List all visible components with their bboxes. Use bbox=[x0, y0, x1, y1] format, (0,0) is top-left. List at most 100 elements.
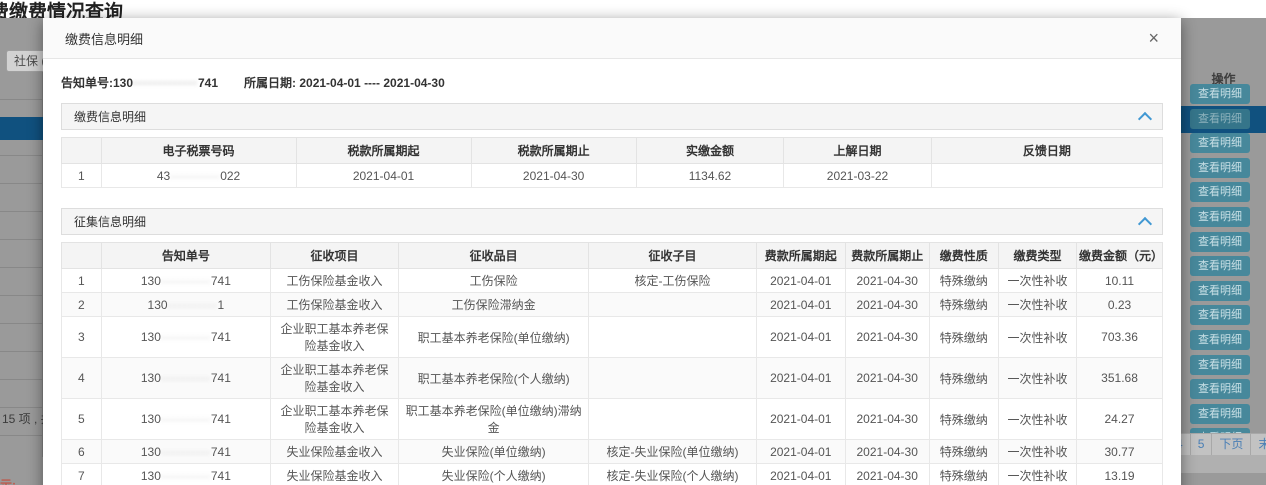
column-header bbox=[62, 243, 102, 269]
payment-type-cell: 一次性补收 bbox=[998, 464, 1076, 485]
paid-amount-cell: 1134.62 bbox=[636, 164, 784, 188]
view-detail-button[interactable]: 查看明细 bbox=[1190, 379, 1250, 399]
view-detail-button[interactable]: 查看明细 bbox=[1190, 404, 1250, 424]
levy-subitem-cell bbox=[589, 358, 756, 399]
payment-table: 电子税票号码税款所属期起税款所属期止实缴金额上解日期反馈日期 143······… bbox=[61, 137, 1163, 188]
notice-number-prefix: 130 bbox=[113, 76, 133, 90]
chevron-up-icon[interactable] bbox=[1138, 216, 1152, 230]
background-selected-row bbox=[0, 117, 43, 140]
row-index: 3 bbox=[62, 317, 102, 358]
collection-table: 告知单号征收项目征收品目征收子目费款所属期起费款所属期止缴费性质缴费类型缴费金额… bbox=[61, 242, 1163, 485]
fee-period-start-cell: 2021-04-01 bbox=[756, 358, 845, 399]
fee-period-end-cell: 2021-04-30 bbox=[845, 269, 929, 293]
background-operation-column: 操作 查看明细查看明细查看明细查看明细查看明细查看明细查看明细查看明细查看明细查… bbox=[1181, 18, 1266, 485]
fee-period-end-cell: 2021-04-30 bbox=[845, 440, 929, 464]
fee-period-start-cell: 2021-04-01 bbox=[756, 440, 845, 464]
period-text: 所属日期: 2021-04-01 ---- 2021-04-30 bbox=[244, 76, 445, 90]
app-window: 费缴费情况查询 社保 ( 操作 查看明细查看明细查看明细查看明细查看明细查看明细… bbox=[0, 0, 1266, 485]
view-detail-button[interactable]: 查看明细 bbox=[1190, 133, 1250, 153]
chevron-up-icon[interactable] bbox=[1138, 111, 1152, 125]
notice-number-suffix: 1 bbox=[218, 298, 225, 312]
notice-number-redacted: ·········· bbox=[161, 330, 211, 344]
table-row: 6130··········741失业保险基金收入失业保险(单位缴纳)核定-失业… bbox=[62, 440, 1163, 464]
table-row: 7130··········741失业保险基金收入失业保险(个人缴纳)核定-失业… bbox=[62, 464, 1163, 485]
pagination-item[interactable]: 5 bbox=[1191, 434, 1213, 455]
row-index: 1 bbox=[62, 269, 102, 293]
view-detail-button[interactable]: 查看明细 bbox=[1190, 158, 1250, 178]
fee-period-end-cell: 2021-04-30 bbox=[845, 293, 929, 317]
payment-type-cell: 一次性补收 bbox=[998, 399, 1076, 440]
levy-item-cell: 工伤保险基金收入 bbox=[271, 269, 399, 293]
levy-category-cell: 职工基本养老保险(个人缴纳) bbox=[398, 358, 588, 399]
fee-period-start-cell: 2021-04-01 bbox=[756, 464, 845, 485]
notice-number-suffix: 741 bbox=[211, 412, 231, 426]
column-header: 税款所属期止 bbox=[471, 138, 636, 164]
payment-nature-cell: 特殊缴纳 bbox=[929, 269, 998, 293]
collection-panel-title: 征集信息明细 bbox=[74, 213, 146, 230]
notice-number-suffix: 741 bbox=[198, 76, 218, 90]
e-tax-ticket-number-redacted: ·········· bbox=[170, 169, 220, 183]
view-detail-button[interactable]: 查看明细 bbox=[1190, 207, 1250, 227]
notice-number-prefix: 130 bbox=[141, 469, 161, 483]
view-detail-button[interactable]: 查看明细 bbox=[1190, 355, 1250, 375]
fee-period-start-cell: 2021-04-01 bbox=[756, 399, 845, 440]
payment-nature-cell: 特殊缴纳 bbox=[929, 317, 998, 358]
modal-body: 告知单号:130·············741所属日期: 2021-04-01… bbox=[43, 74, 1181, 485]
column-header: 上解日期 bbox=[784, 138, 932, 164]
notice-number: 130··········741 bbox=[101, 358, 271, 399]
payment-amount-cell: 24.27 bbox=[1077, 399, 1163, 440]
collection-table-header-row: 告知单号征收项目征收品目征收子目费款所属期起费款所属期止缴费性质缴费类型缴费金额… bbox=[62, 243, 1163, 269]
levy-subitem-cell: 核定-工伤保险 bbox=[589, 269, 756, 293]
view-detail-button[interactable]: 查看明细 bbox=[1190, 232, 1250, 252]
notice-number: 130··········741 bbox=[101, 464, 271, 485]
payment-amount-cell: 30.77 bbox=[1077, 440, 1163, 464]
hint-text-fragment: 示: bbox=[0, 476, 16, 485]
e-tax-ticket-number-prefix: 43 bbox=[157, 169, 170, 183]
levy-item-cell: 企业职工基本养老保险基金收入 bbox=[271, 399, 399, 440]
levy-subitem-cell bbox=[589, 399, 756, 440]
fee-period-start-cell: 2021-04-01 bbox=[756, 269, 845, 293]
period-start-cell: 2021-04-01 bbox=[296, 164, 471, 188]
notice-number-prefix: 130 bbox=[141, 412, 161, 426]
pagination-item[interactable]: 末页 bbox=[1251, 434, 1266, 455]
levy-subitem-cell bbox=[589, 317, 756, 358]
notice-number-suffix: 741 bbox=[211, 330, 231, 344]
table-row: 143··········0222021-04-012021-04-301134… bbox=[62, 164, 1163, 188]
view-detail-button[interactable]: 查看明细 bbox=[1190, 330, 1250, 350]
notice-number-redacted: ·········· bbox=[161, 469, 211, 483]
view-detail-button[interactable]: 查看明细 bbox=[1190, 109, 1250, 129]
notice-number-suffix: 741 bbox=[211, 371, 231, 385]
column-header: 税款所属期起 bbox=[296, 138, 471, 164]
close-icon[interactable]: × bbox=[1148, 29, 1159, 47]
notice-number-prefix: 130 bbox=[141, 274, 161, 288]
column-header bbox=[62, 138, 102, 164]
pagination-item[interactable]: 下页 bbox=[1212, 434, 1251, 455]
levy-category-cell: 工伤保险滞纳金 bbox=[398, 293, 588, 317]
view-detail-button[interactable]: 查看明细 bbox=[1190, 281, 1250, 301]
column-header: 征收项目 bbox=[271, 243, 399, 269]
column-header: 征收子目 bbox=[589, 243, 756, 269]
notice-number-redacted: ············· bbox=[133, 76, 198, 90]
collection-panel-header: 征集信息明细 bbox=[61, 208, 1163, 235]
notice-number-prefix: 130 bbox=[141, 330, 161, 344]
notice-number: 130··········741 bbox=[101, 440, 271, 464]
view-detail-button[interactable]: 查看明细 bbox=[1190, 182, 1250, 202]
row-index: 5 bbox=[62, 399, 102, 440]
payment-detail-modal: 缴费信息明细 × 告知单号:130·············741所属日期: 2… bbox=[43, 18, 1181, 485]
modal-header: 缴费信息明细 × bbox=[43, 18, 1181, 59]
payment-amount-cell: 703.36 bbox=[1077, 317, 1163, 358]
view-detail-button[interactable]: 查看明细 bbox=[1190, 305, 1250, 325]
notice-summary-line: 告知单号:130·············741所属日期: 2021-04-01… bbox=[61, 74, 1163, 91]
pagination-footer-strip bbox=[1181, 455, 1266, 473]
view-detail-button[interactable]: 查看明细 bbox=[1190, 256, 1250, 276]
levy-category-cell: 职工基本养老保险(单位缴纳) bbox=[398, 317, 588, 358]
payment-panel-header: 缴费信息明细 bbox=[61, 103, 1163, 130]
view-detail-button[interactable]: 查看明细 bbox=[1190, 84, 1250, 104]
fee-period-end-cell: 2021-04-30 bbox=[845, 464, 929, 485]
notice-number-redacted: ·········· bbox=[161, 371, 211, 385]
notice-number-suffix: 741 bbox=[211, 274, 231, 288]
column-header: 缴费类型 bbox=[998, 243, 1076, 269]
row-index: 4 bbox=[62, 358, 102, 399]
notice-number-suffix: 741 bbox=[211, 445, 231, 459]
column-header: 费款所属期起 bbox=[756, 243, 845, 269]
